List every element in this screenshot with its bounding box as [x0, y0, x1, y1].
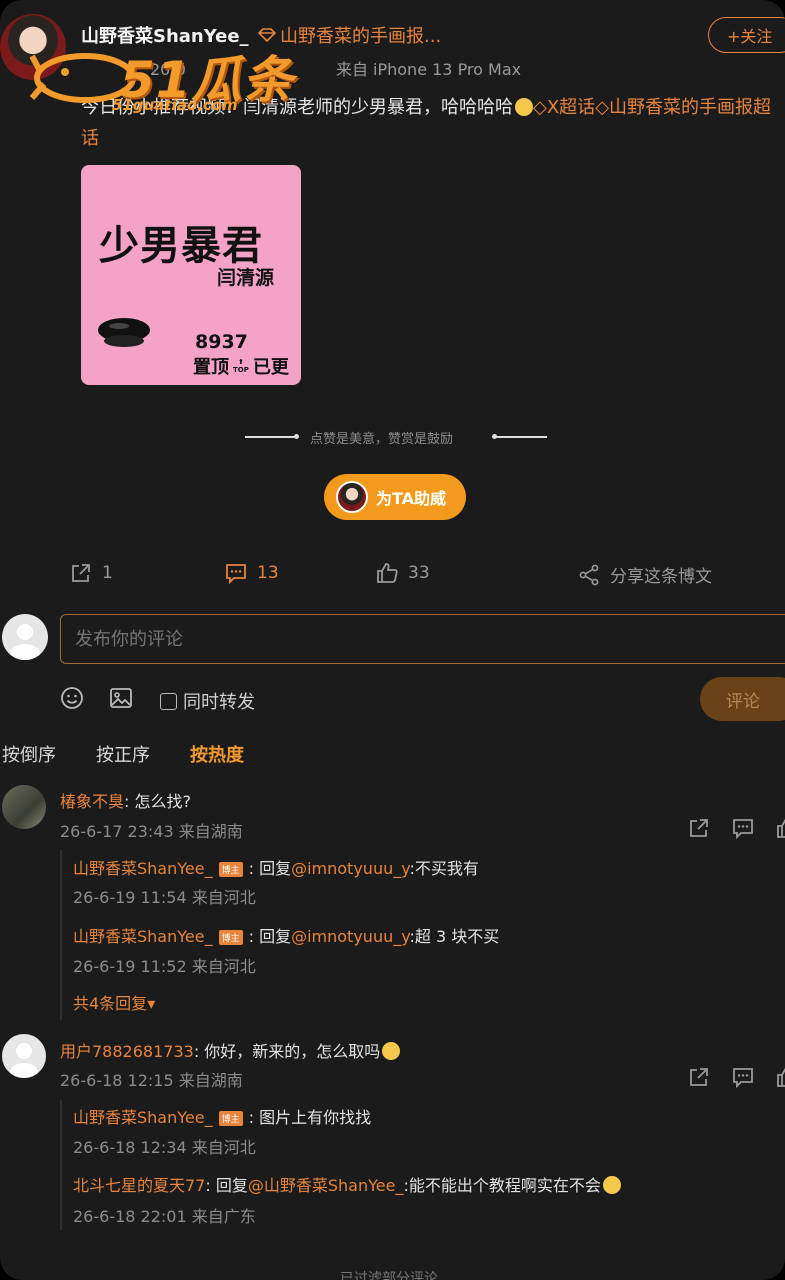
author-badge: 博主	[218, 930, 243, 945]
comment-text: : 怎么找?	[124, 792, 191, 811]
reply-text: :能不能出个教程啊实在不会	[403, 1176, 601, 1195]
sort-tab-oldest[interactable]: 按正序	[96, 741, 150, 767]
cheer-label: 为TA助威	[376, 489, 447, 508]
comment-meta: 26-6-18 12:15 来自湖南	[60, 1071, 243, 1090]
reply-author[interactable]: 山野香菜ShanYee_	[73, 859, 213, 878]
comment-meta: 26-6-17 23:43 来自湖南	[60, 822, 243, 841]
reply-meta: 26-6-19 11:54 来自河北	[73, 888, 256, 907]
reply-icon[interactable]	[732, 1066, 754, 1088]
share-icon	[579, 564, 599, 585]
mention-link[interactable]: @imnotyuuu_y	[291, 859, 409, 878]
comment-input[interactable]	[60, 614, 785, 664]
repost-icon[interactable]	[688, 1066, 710, 1088]
image-upload-icon[interactable]	[109, 686, 133, 710]
hat-icon	[98, 318, 150, 347]
post-source: 来自 iPhone 13 Pro Max	[335, 60, 522, 79]
thumbs-up-icon[interactable]	[776, 817, 785, 839]
reply-text: :超 3 块不买	[409, 927, 500, 946]
watermark-url: 51guatiao.com	[112, 96, 238, 114]
reward-divider-text: 点赞是美意，赞赏是鼓励	[310, 432, 454, 447]
share-label: 分享这条博文	[610, 567, 712, 587]
weibo-post-page: 山野香菜ShanYee_ 山野香菜的手画报... +关注 20:0 来自 iPho…	[0, 0, 785, 1280]
reply-line: 山野香菜ShanYee_ 博主 : 图片上有你找找	[73, 1104, 371, 1128]
repost-icon	[72, 564, 90, 582]
caret-down-icon: ▾	[147, 994, 156, 1013]
emoji-icon	[515, 98, 533, 116]
author-badge: 博主	[218, 862, 243, 877]
share-action[interactable]: 分享这条博文	[578, 562, 712, 587]
repost-icon[interactable]	[688, 817, 710, 839]
default-avatar-icon	[10, 1043, 38, 1078]
reply-text: : 图片上有你找找	[248, 1108, 372, 1127]
divider-dot-left	[294, 434, 299, 439]
cheer-button[interactable]: 为TA助威	[324, 474, 466, 520]
reply-text: :不买我有	[409, 859, 479, 878]
filtered-comments-note: 已过滤部分评论	[340, 1271, 438, 1280]
reply-thread-line	[60, 1100, 62, 1230]
comment-line: 用户7882681733: 你好，新来的，怎么取吗	[60, 1038, 401, 1062]
topic-link-x[interactable]: ◇X超话	[533, 97, 595, 118]
repost-count: 1	[102, 563, 113, 583]
mention-link[interactable]: @山野香菜ShanYee_	[248, 1176, 404, 1195]
follow-button[interactable]: +关注	[708, 17, 785, 53]
reply-icon[interactable]	[732, 817, 754, 839]
divider-left	[245, 436, 297, 438]
sort-tab-hot[interactable]: 按热度	[190, 741, 244, 767]
emoji-picker-icon[interactable]	[60, 686, 84, 710]
reply-line: 山野香菜ShanYee_ 博主: 回复@imnotyuuu_y:不买我有	[73, 859, 479, 878]
commenter-avatar[interactable]	[2, 785, 46, 829]
divider-right	[495, 436, 547, 438]
reply-author[interactable]: 山野香菜ShanYee_	[73, 927, 213, 946]
author-badge: 博主	[218, 1111, 243, 1126]
cheer-avatar	[336, 481, 368, 513]
like-action[interactable]: 33	[376, 562, 430, 584]
reply-author[interactable]: 北斗七星的夏天77	[73, 1176, 205, 1195]
commenter-name[interactable]: 用户7882681733	[60, 1042, 194, 1061]
default-avatar-icon	[10, 624, 40, 660]
reply-line: 山野香菜ShanYee_ 博主: 回复@imnotyuuu_y:超 3 块不买	[73, 927, 500, 946]
comment-action[interactable]: 13	[225, 562, 279, 584]
sort-tab-latest[interactable]: 按倒序	[2, 741, 56, 767]
crying-emoji-icon	[602, 1176, 621, 1194]
comment-actions	[688, 1066, 785, 1088]
repost-action[interactable]: 1	[70, 562, 113, 584]
comment-text: : 你好，新来的，怎么取吗	[193, 1042, 381, 1061]
thumbs-up-icon[interactable]	[776, 1066, 785, 1088]
repost-checkbox-label: 同时转发	[183, 692, 255, 713]
like-count: 33	[408, 563, 430, 583]
commenter-name[interactable]: 椿象不臭	[60, 792, 124, 811]
post-image[interactable]: 少男暴君 闫清源 8937 置顶 ⬆ TOP 已更	[81, 165, 301, 385]
reply-meta: 26-6-18 22:01 来自广东	[73, 1207, 256, 1226]
mention-link[interactable]: @imnotyuuu_y	[291, 927, 409, 946]
reply-meta: 26-6-19 11:52 来自河北	[73, 957, 256, 976]
card-number: 8937	[195, 331, 248, 353]
reply-author[interactable]: 山野香菜ShanYee_	[73, 1108, 213, 1127]
my-avatar	[2, 614, 48, 660]
more-replies-link[interactable]: 共4条回复▾	[73, 990, 155, 1014]
repost-checkbox[interactable]: 同时转发	[160, 688, 255, 714]
reply-meta: 26-6-18 12:34 来自河北	[73, 1138, 256, 1157]
comment-count: 13	[257, 563, 279, 583]
reply-thread-line	[60, 850, 62, 1020]
reply-line: 北斗七星的夏天77: 回复@山野香菜ShanYee_:能不能出个教程啊实在不会	[73, 1172, 621, 1196]
comment-icon	[226, 564, 246, 584]
submit-comment-button[interactable]: 评论	[700, 677, 785, 721]
commenter-avatar[interactable]	[2, 1034, 46, 1078]
card-pin-text: 置顶 ⬆ TOP 已更	[193, 357, 289, 378]
card-subtitle: 闫清源	[217, 267, 275, 289]
arrow-up-icon: ⬆ TOP	[233, 358, 249, 374]
thumbs-up-icon	[377, 563, 398, 583]
crying-emoji-icon	[382, 1042, 401, 1060]
checkbox-icon	[160, 692, 177, 710]
comment-line: 椿象不臭: 怎么找?	[60, 788, 191, 812]
comment-actions	[688, 817, 785, 839]
